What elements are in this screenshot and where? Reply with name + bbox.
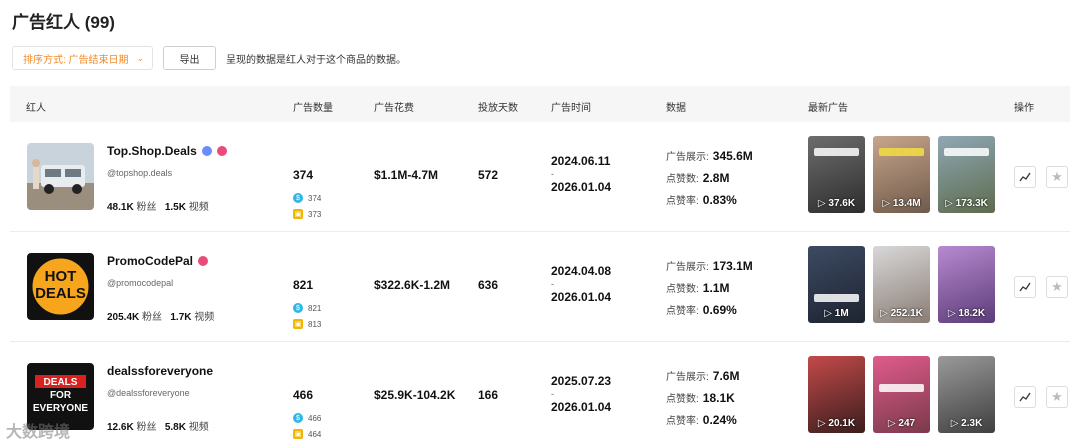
influencer-stats: 205.4K 粉丝 1.7K 视频 — [107, 312, 215, 323]
latest-ads: ▷ 1M ▷ 252.1K ▷ 18.2K — [808, 246, 995, 323]
trend-chart-button[interactable] — [1014, 386, 1036, 408]
ad-thumbnail[interactable]: ▷ 1M — [808, 246, 865, 323]
chart-icon — [1019, 172, 1031, 182]
ad-metrics: 广告展示: 345.6M 点赞数: 2.8M 点赞率: 0.83% — [666, 149, 753, 207]
ad-count: 821 — [293, 278, 314, 292]
ad-days: 166 — [478, 388, 499, 402]
influencer-name[interactable]: PromoCodePal — [107, 254, 209, 268]
play-icon: ▷ — [945, 198, 953, 209]
col-ad-time[interactable]: 广告时间 — [551, 99, 591, 114]
play-icon: ▷ — [880, 308, 888, 319]
col-influencer[interactable]: 红人 — [26, 99, 46, 114]
ad-thumbnail[interactable]: ▷ 18.2K — [938, 246, 995, 323]
ad-thumbnail[interactable]: ▷ 20.1K — [808, 356, 865, 433]
favorite-button[interactable]: ★ — [1046, 276, 1068, 298]
data-hint: 呈现的数据是红人对于这个商品的数据。 — [226, 54, 406, 66]
avatar[interactable]: HOT DEALS — [27, 253, 94, 320]
ad-days: 636 — [478, 278, 499, 292]
ad-count-sub-1: $374 — [293, 193, 321, 203]
sort-label: 排序方式: 广告结束日期 — [23, 54, 129, 66]
col-days[interactable]: 投放天数 — [478, 99, 518, 114]
play-icon: ▷ — [887, 418, 896, 429]
ad-thumbnail[interactable]: ▷ 247 — [873, 356, 930, 433]
latest-ads: ▷ 20.1K ▷ 247 ▷ 2.3K — [808, 356, 995, 433]
ad-period: 2024.04.08 - 2026.01.04 — [551, 264, 612, 304]
ad-metrics: 广告展示: 173.1M 点赞数: 1.1M 点赞率: 0.69% — [666, 259, 753, 317]
tiktok-icon: $ — [293, 193, 303, 203]
chart-icon — [1019, 392, 1031, 402]
instagram-icon — [198, 256, 209, 266]
chart-icon — [1019, 282, 1031, 292]
table-row[interactable]: HOT DEALS PromoCodePal @promocodepal 205.… — [10, 232, 1070, 342]
influencer-handle: @topshop.deals — [107, 168, 173, 178]
influencer-handle: @dealssforeveryone — [107, 388, 190, 398]
col-data[interactable]: 数据 — [666, 99, 686, 114]
play-icon: ▷ — [824, 308, 832, 319]
ad-thumbnail[interactable]: ▷ 2.3K — [938, 356, 995, 433]
toolbar: 排序方式: 广告结束日期 ⌄ 导出 呈现的数据是红人对于这个商品的数据。 — [12, 46, 406, 70]
platform-badge-icon — [201, 146, 212, 156]
trend-chart-button[interactable] — [1014, 166, 1036, 188]
ad-count-sub-2: ▣ 464 — [293, 429, 322, 439]
table-header: 红人 广告数量 广告花费 投放天数 广告时间 数据 最新广告 操作 — [10, 86, 1070, 122]
ad-thumbnail[interactable]: ▷ 173.3K — [938, 136, 995, 213]
star-icon: ★ — [1051, 389, 1063, 404]
latest-ads: ▷ 37.6K ▷ 13.4M ▷ 173.3K — [808, 136, 995, 213]
ad-count-sub-2: ▣ 373 — [293, 209, 322, 219]
ad-count-sub-1: $466 — [293, 413, 321, 423]
influencer-stats: 48.1K 粉丝 1.5K 视频 — [107, 202, 209, 213]
influencer-name[interactable]: dealssforeveryone — [107, 364, 213, 378]
ad-days: 572 — [478, 168, 499, 182]
favorite-button[interactable]: ★ — [1046, 386, 1068, 408]
play-icon: ▷ — [817, 418, 826, 429]
table-row[interactable]: DEALS FOR EVERYONE dealssforeveryone @deal… — [10, 342, 1070, 446]
play-icon: ▷ — [817, 198, 826, 209]
ad-count-sub-1: $821 — [293, 303, 321, 313]
export-button[interactable]: 导出 — [163, 46, 216, 70]
shop-icon: ▣ — [293, 209, 303, 219]
ad-count: 466 — [293, 388, 314, 402]
ad-spend: $322.6K-1.2M — [374, 278, 451, 292]
chevron-down-icon: ⌄ — [136, 52, 145, 63]
star-icon: ★ — [1051, 279, 1063, 294]
col-latest-ads: 最新广告 — [808, 103, 848, 114]
instagram-icon — [216, 146, 227, 156]
ad-count-sub-2: ▣ 813 — [293, 319, 322, 329]
col-ad-count[interactable]: 广告数量 — [293, 99, 333, 114]
star-icon: ★ — [1051, 169, 1063, 184]
ad-spend: $1.1M-4.7M — [374, 168, 439, 182]
ad-count: 374 — [293, 168, 314, 182]
ad-metrics: 广告展示: 7.6M 点赞数: 18.1K 点赞率: 0.24% — [666, 369, 740, 427]
sort-dropdown[interactable]: 排序方式: 广告结束日期 ⌄ — [12, 46, 153, 70]
influencer-handle: @promocodepal — [107, 278, 174, 288]
favorite-button[interactable]: ★ — [1046, 166, 1068, 188]
col-ad-spend[interactable]: 广告花费 — [374, 99, 414, 114]
trend-chart-button[interactable] — [1014, 276, 1036, 298]
play-icon: ▷ — [947, 308, 956, 319]
col-actions: 操作 — [1014, 103, 1034, 114]
avatar[interactable] — [27, 143, 94, 210]
influencer-stats: 12.6K 粉丝 5.8K 视频 — [107, 422, 209, 433]
tiktok-icon: $ — [293, 413, 303, 423]
ad-spend: $25.9K-104.2K — [374, 388, 456, 402]
influencer-name[interactable]: Top.Shop.Deals — [107, 144, 227, 158]
ad-thumbnail[interactable]: ▷ 37.6K — [808, 136, 865, 213]
page-title: 广告红人 (99) — [12, 13, 115, 32]
ad-period: 2024.06.11 - 2026.01.04 — [551, 154, 612, 194]
shop-icon: ▣ — [293, 429, 303, 439]
ad-period: 2025.07.23 - 2026.01.04 — [551, 374, 612, 414]
ad-thumbnail[interactable]: ▷ 252.1K — [873, 246, 930, 323]
tiktok-icon: $ — [293, 303, 303, 313]
play-icon: ▷ — [882, 198, 891, 209]
ad-thumbnail[interactable]: ▷ 13.4M — [873, 136, 930, 213]
shop-icon: ▣ — [293, 319, 303, 329]
play-icon: ▷ — [950, 418, 959, 429]
table-row[interactable]: Top.Shop.Deals @topshop.deals 48.1K 粉丝 1… — [10, 122, 1070, 232]
watermark: 大数跨境 — [6, 424, 71, 441]
